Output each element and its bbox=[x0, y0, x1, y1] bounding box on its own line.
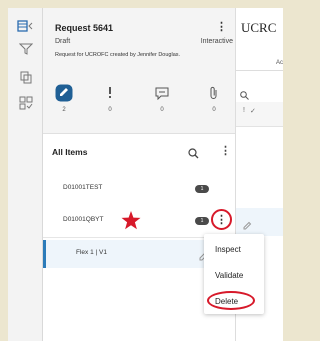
attachment-icon bbox=[199, 84, 229, 102]
items-header: All Items ⋮ bbox=[43, 134, 235, 168]
list-item-badge: 1 bbox=[195, 185, 209, 193]
stat-issues-count: 0 bbox=[108, 107, 112, 113]
stat-edits[interactable]: 2 bbox=[49, 84, 79, 113]
request-description: Request for UCROFC created by Jennifer D… bbox=[55, 52, 181, 58]
list-item-badge: 1 bbox=[195, 217, 209, 225]
detail-selected-row[interactable] bbox=[236, 208, 283, 236]
warning-icon: ! bbox=[243, 107, 245, 114]
search-icon[interactable] bbox=[188, 146, 199, 164]
stat-attachments-count: 0 bbox=[212, 107, 216, 113]
items-more-icon[interactable]: ⋮ bbox=[220, 144, 231, 157]
request-title: Request 5641 bbox=[55, 23, 114, 33]
stat-comments[interactable]: 0 bbox=[147, 84, 177, 113]
stat-issues[interactable]: 0 bbox=[95, 84, 125, 113]
context-menu: Inspect Validate Delete bbox=[204, 234, 264, 314]
detail-tab[interactable]: Ac bbox=[276, 60, 283, 66]
request-header: Request 5641 ⋮ Draft Interactive Request… bbox=[43, 8, 235, 134]
list-item-label: D01001TEST bbox=[63, 184, 103, 191]
left-rail bbox=[8, 8, 43, 341]
copy-icon[interactable] bbox=[16, 68, 36, 86]
grid-check-icon[interactable] bbox=[16, 94, 36, 112]
items-title: All Items bbox=[52, 147, 88, 157]
menu-item-inspect[interactable]: Inspect bbox=[215, 245, 241, 254]
detail-title: UCRC bbox=[241, 20, 277, 35]
filter-icon[interactable] bbox=[16, 40, 36, 58]
request-more-icon[interactable]: ⋮ bbox=[216, 20, 227, 33]
list-item[interactable]: D01001TEST 1 bbox=[43, 173, 235, 206]
request-mode: Interactive bbox=[200, 38, 233, 45]
item-more-button[interactable]: ⋮ bbox=[211, 209, 232, 230]
list-item-label: D01001QBYT bbox=[63, 216, 104, 223]
app-frame: Request 5641 ⋮ Draft Interactive Request… bbox=[8, 8, 283, 341]
edit-badge-icon bbox=[49, 84, 79, 102]
stat-edits-count: 2 bbox=[62, 107, 66, 113]
panel-toggle-icon[interactable] bbox=[16, 17, 36, 35]
comment-icon bbox=[147, 84, 177, 102]
stat-comments-count: 0 bbox=[160, 107, 164, 113]
request-status: Draft bbox=[55, 38, 71, 45]
sub-item-label: Flex 1 | V1 bbox=[76, 249, 107, 256]
menu-item-validate[interactable]: Validate bbox=[215, 271, 243, 280]
exclamation-icon bbox=[95, 84, 125, 102]
check-icon: ✓ bbox=[250, 108, 256, 115]
menu-item-delete[interactable]: Delete bbox=[215, 297, 238, 306]
detail-edit-icon[interactable] bbox=[243, 217, 252, 235]
red-star-icon bbox=[121, 211, 141, 235]
detail-tabs: Ac bbox=[236, 50, 283, 71]
stat-attachments[interactable]: 0 bbox=[199, 84, 229, 113]
detail-table-header: ! ✓ bbox=[236, 102, 283, 127]
